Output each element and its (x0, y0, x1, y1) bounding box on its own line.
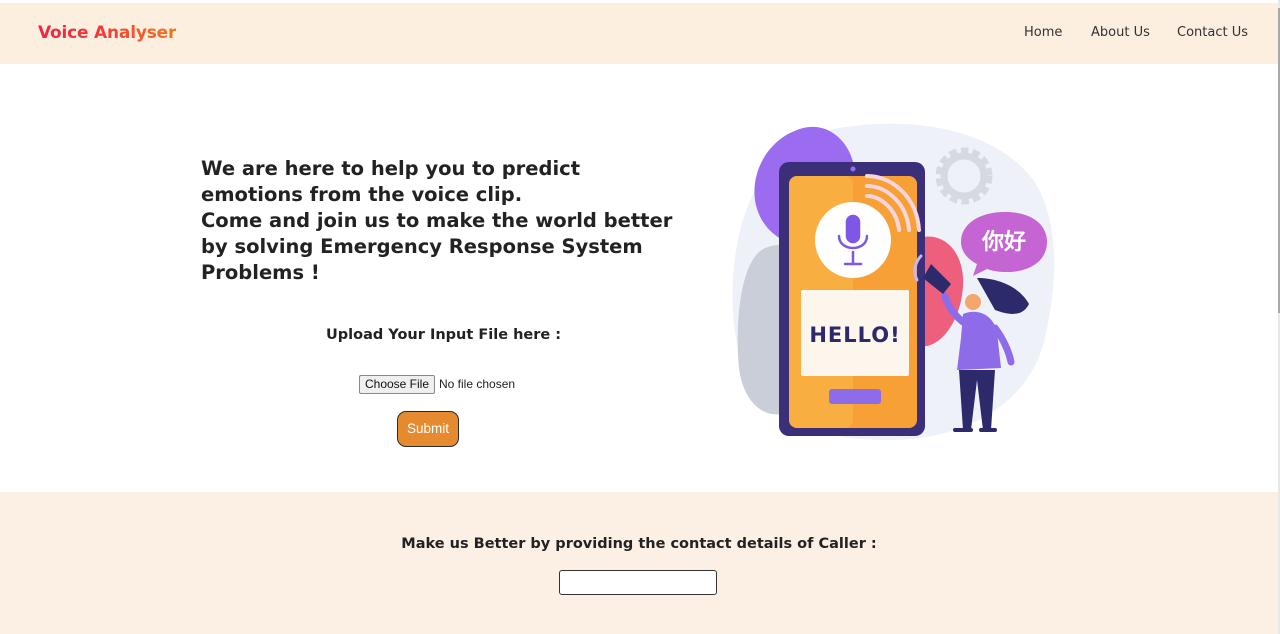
file-status-text: No file chosen (439, 377, 516, 391)
hero-line: by solving Emergency Response System (201, 235, 643, 258)
nav-contact-link[interactable]: Contact Us (1177, 25, 1248, 40)
voice-assistant-illustration: 你好 HELLO! (732, 123, 1055, 441)
contact-section: Make us Better by providing the contact … (0, 492, 1278, 634)
hero-line: We are here to help you to predict (201, 157, 581, 180)
hello-text: HELLO! (809, 323, 900, 347)
hero-text: We are here to help you to predict emoti… (201, 156, 673, 286)
submit-button[interactable]: Submit (397, 411, 459, 447)
hero-line: Come and join us to make the world bette… (201, 209, 673, 232)
hero-line: Problems ! (201, 261, 320, 284)
caller-contact-input[interactable] (559, 570, 717, 595)
nav-home-link[interactable]: Home (1024, 25, 1062, 40)
speech-bubble-text: 你好 (981, 229, 1026, 255)
phone-button (829, 389, 881, 404)
contact-label: Make us Better by providing the contact … (401, 536, 877, 552)
brand-logo[interactable]: Voice Analyser (38, 23, 176, 43)
nav-about-link[interactable]: About Us (1091, 25, 1150, 40)
choose-file-button[interactable]: Choose File (359, 375, 435, 394)
hero-line: emotions from the voice clip. (201, 183, 523, 206)
navbar: Voice Analyser Home About Us Contact Us (0, 3, 1278, 64)
upload-label: Upload Your Input File here : (326, 327, 562, 343)
